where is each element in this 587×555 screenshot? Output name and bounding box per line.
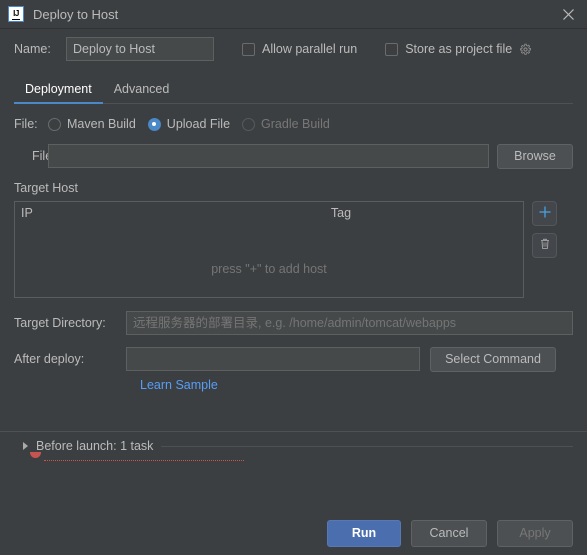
- file-input[interactable]: [48, 144, 489, 168]
- file-field-label: File:: [32, 149, 56, 163]
- cancel-button[interactable]: Cancel: [411, 519, 487, 547]
- after-deploy-input[interactable]: [126, 347, 420, 371]
- dialog-titlebar: IJ Deploy to Host: [0, 0, 587, 29]
- close-icon[interactable]: [549, 0, 587, 28]
- delete-host-button[interactable]: [532, 233, 557, 258]
- store-as-project-file-label: Store as project file: [405, 42, 513, 56]
- allow-parallel-run-checkbox[interactable]: Allow parallel run: [242, 42, 357, 56]
- target-host-table-header: IP Tag: [15, 202, 523, 224]
- radio-upload-file[interactable]: Upload File: [147, 117, 231, 131]
- browse-button[interactable]: Browse: [497, 143, 573, 169]
- error-marker-icon: [30, 452, 41, 458]
- plus-icon: [538, 205, 552, 222]
- dialog-title: Deploy to Host: [33, 6, 119, 22]
- before-launch-separator: [0, 431, 587, 432]
- dialog-footer: Run Cancel Apply: [0, 511, 587, 555]
- column-header-ip: IP: [21, 206, 33, 220]
- file-source-label: File:: [14, 117, 38, 131]
- allow-parallel-run-label: Allow parallel run: [262, 42, 358, 56]
- trash-icon: [538, 237, 552, 254]
- learn-sample-row: Learn Sample: [14, 378, 573, 392]
- tab-advanced[interactable]: Advanced: [103, 82, 181, 103]
- radio-maven-build[interactable]: Maven Build: [48, 117, 136, 131]
- target-host-empty-text: press "+" to add host: [211, 262, 327, 276]
- deploy-to-host-dialog: IJ Deploy to Host Name: Allow parallel r…: [0, 0, 587, 555]
- store-as-project-file-checkbox[interactable]: Store as project file: [385, 42, 532, 56]
- triangle-right-icon: [23, 442, 28, 450]
- after-deploy-label: After deploy:: [14, 352, 85, 366]
- intellij-idea-icon: IJ: [8, 6, 24, 22]
- tab-deployment[interactable]: Deployment: [14, 82, 103, 104]
- before-launch-section: Before launch: 1 task: [14, 437, 573, 467]
- add-host-button[interactable]: [532, 201, 557, 226]
- before-launch-obscured-text: [44, 450, 244, 461]
- radio-maven-build-label: Maven Build: [67, 117, 136, 131]
- dialog-content: Name: Allow parallel run Store as projec…: [0, 29, 587, 511]
- apply-button[interactable]: Apply: [497, 519, 573, 547]
- name-row: Name: Allow parallel run Store as projec…: [14, 32, 573, 66]
- select-command-button[interactable]: Select Command: [430, 346, 556, 372]
- radio-upload-file-label: Upload File: [166, 117, 231, 131]
- radio-maven-build-circle: [48, 117, 61, 131]
- target-directory-input[interactable]: [126, 311, 573, 335]
- radio-gradle-build-label: Gradle Build: [261, 117, 330, 131]
- target-host-area: IP Tag press "+" to add host: [14, 201, 573, 298]
- radio-gradle-build: Gradle Build: [242, 117, 330, 131]
- target-host-table[interactable]: IP Tag press "+" to add host: [14, 201, 524, 298]
- tab-bar: Deployment Advanced: [14, 73, 573, 104]
- target-host-label: Target Host: [14, 181, 78, 195]
- radio-gradle-build-circle: [242, 117, 256, 131]
- run-button[interactable]: Run: [327, 519, 401, 547]
- file-field-row: File: Browse: [14, 141, 573, 171]
- name-input[interactable]: [66, 37, 214, 61]
- column-header-tag: Tag: [330, 206, 352, 220]
- radio-upload-file-circle: [147, 117, 161, 131]
- target-directory-label: Target Directory:: [14, 316, 106, 330]
- gear-icon[interactable]: [519, 43, 532, 56]
- target-host-buttons: [532, 201, 557, 298]
- file-source-row: File: Maven Build Upload File Gradle Bui…: [14, 111, 573, 137]
- before-launch-rule: [161, 445, 573, 447]
- after-deploy-row: After deploy: Select Command: [14, 344, 573, 374]
- target-directory-row: Target Directory:: [14, 308, 573, 338]
- store-as-project-file-box: [385, 42, 399, 56]
- learn-sample-link[interactable]: Learn Sample: [140, 378, 218, 392]
- allow-parallel-run-box: [242, 42, 255, 56]
- name-label: Name:: [14, 42, 51, 56]
